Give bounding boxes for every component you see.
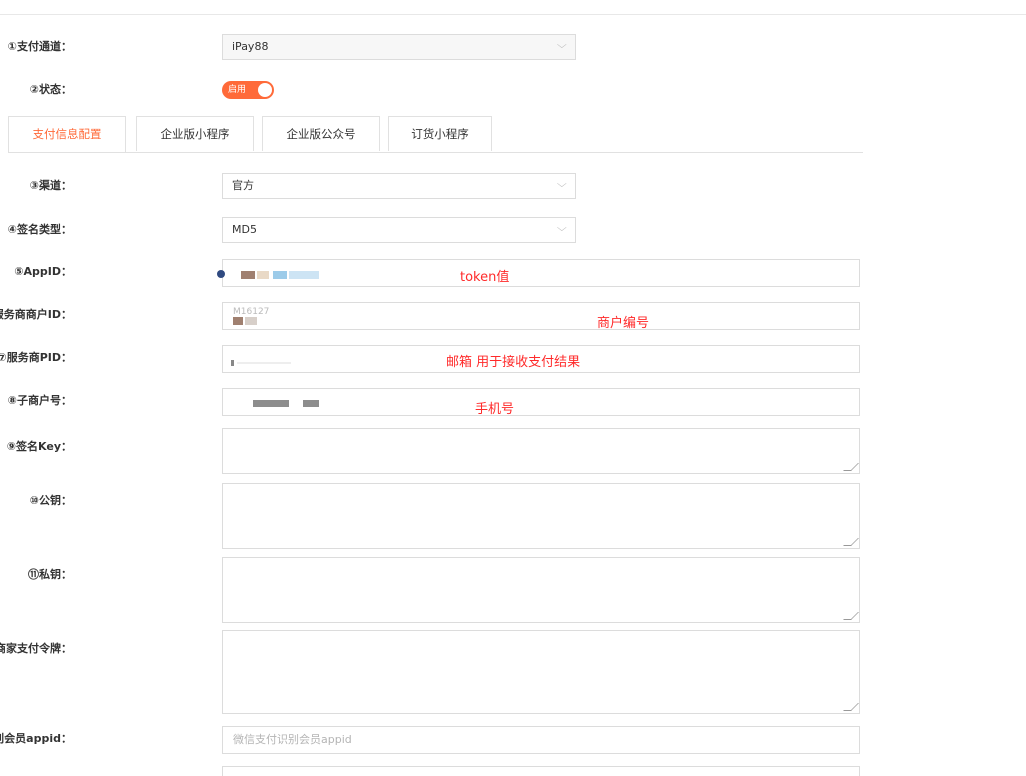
pay-channel-row: ①支付通道： iPay88 ⌵	[0, 32, 880, 62]
private-key-textarea[interactable]	[222, 557, 860, 623]
sub-merchant-annotation: 手机号	[475, 402, 515, 417]
redacted-mark	[233, 317, 243, 325]
public-key-label: ⑩公钥：	[29, 494, 72, 507]
chevron-down-icon: ⌵	[557, 223, 568, 234]
tab-enterprise-official-account[interactable]: 企业版公众号	[262, 116, 380, 151]
status-row: ②状态：	[0, 75, 880, 105]
channel-label: ③渠道：	[29, 179, 72, 192]
channel-select[interactable]: 官方 ⌵	[222, 173, 576, 199]
sign-key-textarea[interactable]	[222, 428, 860, 474]
tab-enterprise-miniprogram-label: 企业版小程序	[160, 127, 230, 141]
sub-merchant-label: ⑧子商户号：	[7, 394, 72, 407]
pid-annotation: 邮箱 用于接收支付结果	[446, 355, 581, 370]
redacted-mark	[237, 362, 291, 364]
sub-merchant-input[interactable]	[222, 388, 860, 416]
appid-row: ⑤AppID：	[0, 257, 880, 287]
tab-payment-info-label: 支付信息配置	[32, 127, 102, 141]
private-key-label: ⑪私钥：	[28, 568, 72, 581]
tab-order-miniprogram-label: 订货小程序	[411, 127, 469, 141]
channel-row: ③渠道： 官方 ⌵	[0, 171, 880, 201]
service-merchant-id-label: ⑥服务商商户ID：	[0, 308, 72, 321]
merchant-token-label: ⑫商家支付令牌：	[0, 642, 72, 655]
wechat-appid-row: 微信识别会员appid： 微信支付识别会员appid	[0, 724, 880, 754]
next-field-input[interactable]	[222, 766, 860, 776]
service-merchant-id-row: ⑥服务商商户ID： M16127	[0, 300, 880, 330]
sign-type-select[interactable]: MD5 ⌵	[222, 217, 576, 243]
pay-channel-select[interactable]: iPay88 ⌵	[222, 34, 576, 60]
tab-enterprise-official-account-label: 企业版公众号	[286, 127, 356, 141]
redacted-mark	[231, 360, 234, 366]
sign-type-label: ④签名类型：	[7, 223, 72, 236]
resize-handle-icon[interactable]	[843, 612, 859, 620]
wechat-appid-input[interactable]: 微信支付识别会员appid	[222, 726, 860, 754]
merchant-id-annotation: 商户编号	[597, 316, 650, 331]
channel-value: 官方	[232, 179, 254, 192]
chevron-down-icon: ⌵	[557, 40, 568, 51]
redacted-mark	[273, 271, 287, 279]
tab-order-miniprogram[interactable]: 订货小程序	[388, 116, 492, 151]
resize-handle-icon[interactable]	[843, 703, 859, 711]
appid-label: ⑤AppID：	[14, 265, 72, 278]
sign-type-value: MD5	[232, 223, 257, 236]
sign-key-label: ⑨签名Key：	[6, 440, 72, 453]
status-toggle[interactable]: 启用	[222, 81, 274, 99]
sub-merchant-row: ⑧子商户号：	[0, 386, 880, 416]
service-merchant-id-input[interactable]: M16127	[222, 302, 860, 330]
top-divider	[0, 14, 1026, 15]
status-label: ②状态：	[29, 83, 72, 96]
config-tabs: 支付信息配置 企业版小程序 企业版公众号 订货小程序	[8, 116, 863, 153]
tab-enterprise-miniprogram[interactable]: 企业版小程序	[136, 116, 254, 151]
redacted-mark	[217, 270, 225, 278]
wechat-appid-label: 微信识别会员appid：	[0, 732, 72, 745]
merchant-token-textarea[interactable]	[222, 630, 860, 714]
redacted-mark	[289, 271, 319, 279]
tab-payment-info[interactable]: 支付信息配置	[8, 116, 126, 152]
appid-annotation: token值	[460, 270, 510, 285]
redacted-mark	[253, 400, 289, 407]
public-key-textarea[interactable]	[222, 483, 860, 549]
status-toggle-text: 启用	[228, 85, 247, 95]
redacted-mark	[257, 271, 269, 279]
toggle-knob	[258, 83, 272, 97]
chevron-down-icon: ⌵	[557, 179, 568, 190]
service-pid-row: ⑦服务商PID：	[0, 343, 880, 373]
redacted-mark	[245, 317, 257, 325]
pay-channel-label: ①支付通道：	[7, 40, 72, 53]
redacted-mark	[303, 400, 319, 407]
service-pid-label: ⑦服务商PID：	[0, 351, 72, 364]
sign-type-row: ④签名类型： MD5 ⌵	[0, 215, 880, 245]
redacted-mark	[241, 271, 255, 279]
pay-channel-value: iPay88	[232, 40, 269, 53]
resize-handle-icon[interactable]	[843, 538, 859, 546]
resize-handle-icon[interactable]	[843, 463, 859, 471]
appid-input[interactable]	[217, 259, 860, 287]
